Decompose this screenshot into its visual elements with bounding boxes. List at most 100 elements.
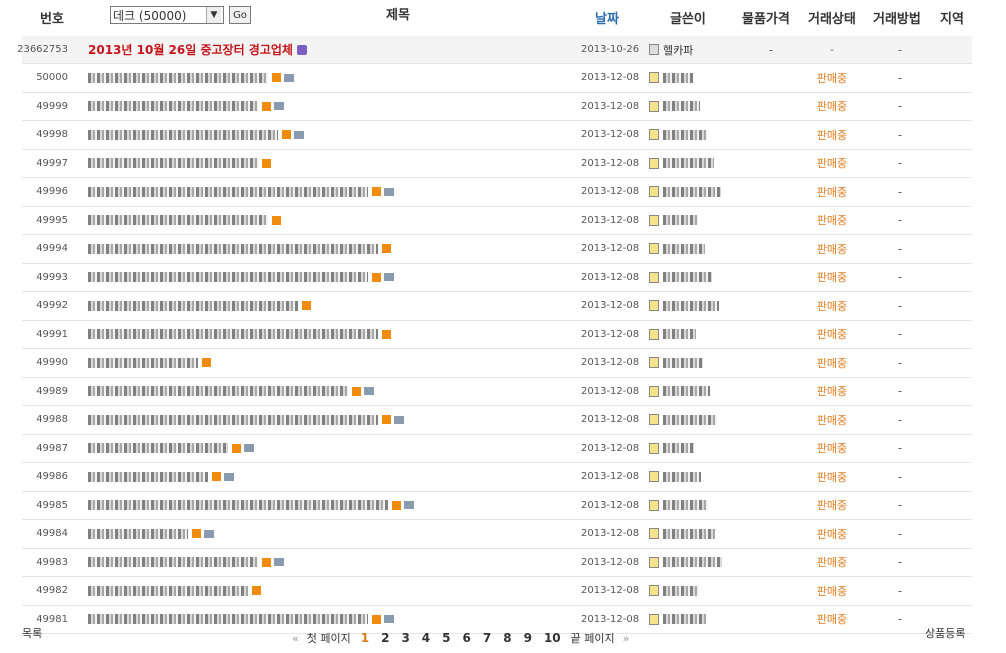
table-row[interactable]: 49983 2013-12-08 판매중 - [22,549,972,577]
row-title-cell[interactable] [88,549,568,577]
row-title-cell[interactable] [88,93,568,121]
row-writer[interactable] [663,243,705,254]
row-writer-cell[interactable] [649,435,749,463]
first-page-link[interactable]: 첫 페이지 [307,630,351,646]
row-title-link[interactable] [88,129,278,140]
row-writer-cell[interactable] [649,264,749,292]
page-link[interactable]: 7 [483,631,491,645]
row-title-cell[interactable] [88,435,568,463]
row-title-link[interactable] [88,471,208,482]
row-writer-cell[interactable] [649,463,749,491]
table-row[interactable]: 49997 2013-12-08 판매중 - [22,150,972,178]
row-title-link[interactable] [88,357,198,368]
row-title-link[interactable] [88,528,188,539]
row-title-link[interactable] [88,215,268,226]
row-writer-cell[interactable] [649,121,749,149]
row-title-link[interactable] [88,329,378,340]
row-writer[interactable] [663,215,698,226]
row-title-cell[interactable] [88,321,568,349]
row-title-cell[interactable] [88,577,568,605]
table-row[interactable]: 49993 2013-12-08 판매중 - [22,264,972,292]
row-title-cell[interactable] [88,207,568,235]
row-title-cell[interactable] [88,235,568,263]
row-writer-cell[interactable] [649,235,749,263]
chevron-down-icon[interactable]: ▼ [206,7,221,23]
row-title-cell[interactable] [88,378,568,406]
table-row[interactable]: 49998 2013-12-08 판매중 - [22,121,972,150]
row-writer-cell[interactable] [649,378,749,406]
row-writer[interactable] [663,557,722,568]
row-title-link[interactable] [88,243,378,254]
row-writer-cell[interactable] [649,321,749,349]
row-title-link[interactable] [88,272,368,283]
row-title-cell[interactable] [88,406,568,434]
table-row[interactable]: 49994 2013-12-08 판매중 - [22,235,972,264]
row-writer[interactable] [663,158,714,169]
table-row[interactable]: 49995 2013-12-08 판매중 - [22,207,972,235]
row-writer[interactable] [663,101,700,112]
row-writer-cell[interactable] [649,64,749,92]
register-button[interactable]: 상품등록 [925,625,965,641]
page-link[interactable]: 9 [524,631,532,645]
row-title-cell[interactable] [88,121,568,149]
page-link[interactable]: 6 [463,631,471,645]
row-title-link[interactable] [88,500,388,511]
row-writer-cell[interactable] [649,406,749,434]
table-row[interactable]: 49984 2013-12-08 판매중 - [22,520,972,549]
page-link[interactable]: 8 [503,631,511,645]
table-row[interactable]: 49996 2013-12-08 판매중 - [22,178,972,207]
page-link[interactable]: 5 [442,631,450,645]
row-title-link[interactable] [88,300,298,311]
row-writer[interactable] [663,129,707,140]
row-writer-cell[interactable] [649,549,749,577]
notice-writer[interactable]: 헬카파 [663,42,693,58]
row-writer-cell[interactable] [649,93,749,121]
row-writer-cell[interactable] [649,349,749,377]
row-writer[interactable] [663,528,715,539]
row-title-cell[interactable] [88,150,568,178]
row-writer[interactable] [663,443,694,454]
row-title-cell[interactable] [88,463,568,491]
row-writer[interactable] [663,329,696,340]
row-title-link[interactable] [88,158,258,169]
row-writer-cell[interactable] [649,292,749,320]
table-row[interactable]: 49989 2013-12-08 판매중 - [22,378,972,406]
row-title-link[interactable] [88,101,258,112]
row-writer[interactable] [663,386,710,397]
row-title-link[interactable] [88,443,228,454]
row-title-link[interactable] [88,414,378,425]
row-writer-cell[interactable] [649,178,749,206]
row-title-link[interactable] [88,72,268,83]
notice-title-link[interactable]: 2013년 10월 26일 중고장터 경고업체 [88,41,293,58]
page-link[interactable]: 1 [361,631,369,645]
row-writer[interactable] [663,186,721,197]
row-title-cell[interactable] [88,64,568,92]
page-link[interactable]: 3 [401,631,409,645]
table-row[interactable]: 49982 2013-12-08 판매중 - [22,577,972,606]
row-writer-cell[interactable] [649,150,749,178]
row-title-cell[interactable] [88,492,568,520]
row-writer-cell[interactable] [649,577,749,605]
table-row[interactable]: 49990 2013-12-08 판매중 - [22,349,972,378]
row-writer-cell[interactable] [649,492,749,520]
row-writer[interactable] [663,72,693,83]
row-writer[interactable] [663,272,712,283]
table-row[interactable]: 49987 2013-12-08 판매중 - [22,435,972,463]
table-row[interactable]: 49999 2013-12-08 판매중 - [22,93,972,121]
row-title-link[interactable] [88,386,348,397]
page-link[interactable]: 4 [422,631,430,645]
row-title-cell[interactable] [88,349,568,377]
row-title-cell[interactable] [88,520,568,548]
row-writer[interactable] [663,471,701,482]
row-writer-cell[interactable] [649,520,749,548]
row-writer[interactable] [663,414,717,425]
row-writer[interactable] [663,500,708,511]
table-row[interactable]: 49991 2013-12-08 판매중 - [22,321,972,349]
row-writer[interactable] [663,585,699,596]
list-button[interactable]: 목록 [22,625,42,641]
row-title-cell[interactable] [88,264,568,292]
page-link[interactable]: 10 [544,631,561,645]
row-writer[interactable] [663,357,703,368]
table-row[interactable]: 49986 2013-12-08 판매중 - [22,463,972,492]
row-title-link[interactable] [88,186,368,197]
